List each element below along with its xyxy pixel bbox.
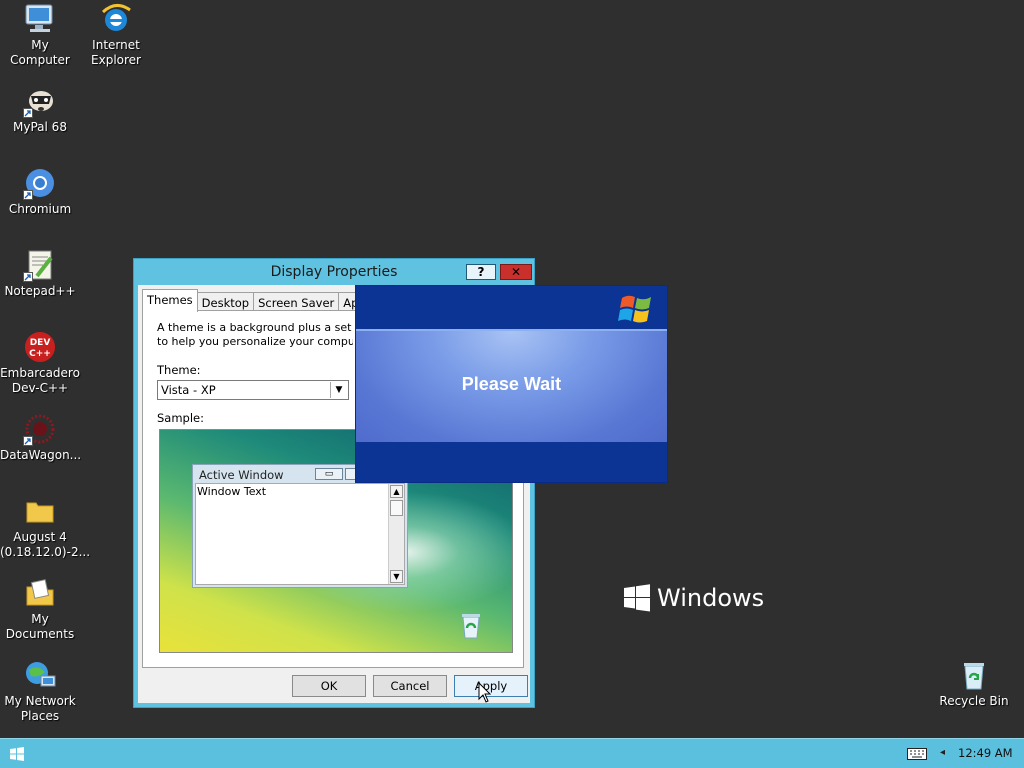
folder-icon (23, 494, 57, 528)
sample-window-text: Window Text (197, 485, 267, 498)
desktop-icon-label: MyPal 68 (13, 120, 67, 134)
shortcut-arrow-icon (23, 190, 33, 200)
datawagon-icon (23, 412, 57, 446)
svg-text:C++: C++ (29, 349, 51, 359)
help-button[interactable]: ? (466, 264, 496, 280)
scroll-thumb (390, 500, 403, 516)
shortcut-arrow-icon (23, 436, 33, 446)
windows-brand: Windows (624, 584, 764, 612)
please-wait-message: Please Wait (461, 374, 562, 394)
theme-dropdown[interactable]: Vista - XP ▼ (157, 380, 349, 400)
cancel-button[interactable]: Cancel (373, 675, 447, 697)
dialog-footer-band (356, 442, 667, 482)
sample-label: Sample: (157, 411, 204, 425)
dev-cpp-icon: DEV C++ (23, 330, 57, 364)
mouse-cursor-icon (478, 682, 492, 703)
recycle-bin-icon (462, 614, 480, 639)
taskbar-clock[interactable]: 12:49 AM (958, 746, 1013, 760)
windows-xp-flag-icon (618, 295, 651, 323)
desktop-icon-datawagon[interactable]: DataWagon... (0, 412, 82, 463)
shortcut-arrow-icon (23, 272, 33, 282)
desktop-icon-label: Chromium (8, 202, 72, 216)
my-documents-icon (23, 576, 57, 610)
desktop-icon-recycle-bin[interactable]: Recycle Bin (934, 658, 1014, 709)
desktop-icon-my-documents[interactable]: My Documents (0, 576, 80, 642)
computer-icon (23, 2, 57, 36)
mypal-icon (23, 84, 57, 118)
theme-label: Theme: (157, 363, 201, 377)
desktop-icon-label: August 4 (0.18.12.0)-2... (0, 530, 91, 559)
windows-logo-icon (624, 584, 650, 612)
description-line: A theme is a background plus a set of so… (157, 321, 353, 334)
chromium-icon (23, 166, 57, 200)
notepad-plus-plus-icon (23, 248, 57, 282)
desktop-icon-label: Internet Explorer (91, 38, 141, 67)
internet-explorer-icon (99, 2, 133, 36)
tray-overflow-arrow[interactable]: ◂ (940, 747, 945, 758)
desktop-icon-label: My Network Places (4, 694, 76, 723)
desktop-icon-my-network-places[interactable]: My Network Places (0, 658, 80, 724)
description-line: to help you personalize your computer wi… (157, 335, 353, 348)
sample-window-title: Active Window (199, 468, 284, 482)
recycle-bin-icon (957, 658, 991, 692)
desktop-icon-label: Embarcadero Dev-C++ (0, 366, 80, 395)
close-button[interactable]: ✕ (500, 264, 532, 280)
desktop-icon-label: DataWagon... (0, 448, 82, 462)
please-wait-dialog: Please Wait (355, 285, 668, 483)
minimize-icon: ▭ (315, 468, 343, 480)
tab-desktop[interactable]: Desktop (196, 292, 255, 312)
desktop-icon-label: My Computer (10, 38, 70, 67)
desktop-icon-august-folder[interactable]: August 4 (0.18.12.0)-2... (0, 494, 91, 560)
desktop-icon-label: Recycle Bin (939, 694, 1009, 708)
shortcut-arrow-icon (23, 108, 33, 118)
theme-description: A theme is a background plus a set of so… (157, 321, 353, 349)
scroll-down-icon: ▼ (390, 570, 403, 583)
desktop-icon-notepad-plus-plus[interactable]: Notepad++ (0, 248, 80, 299)
network-places-icon (23, 658, 57, 692)
windows-brand-text: Windows (657, 584, 765, 612)
svg-text:DEV: DEV (30, 338, 51, 348)
taskbar: ◂ 12:49 AM (0, 738, 1024, 768)
desktop-icon-label: Notepad++ (4, 284, 76, 298)
desktop-icon-dev-cpp[interactable]: DEV C++ Embarcadero Dev-C++ (0, 330, 80, 396)
start-button-icon[interactable] (10, 747, 24, 761)
desktop-icon-mypal[interactable]: MyPal 68 (0, 84, 80, 135)
sample-window-content: Window Text ▲ ▼ (195, 483, 405, 585)
desktop-icon-label: My Documents (5, 612, 75, 641)
desktop-icon-chromium[interactable]: Chromium (0, 166, 80, 217)
chevron-down-icon[interactable]: ▼ (330, 382, 347, 398)
tab-strip: Themes Desktop Screen Saver Appea (142, 289, 385, 312)
tab-screen-saver[interactable]: Screen Saver (253, 292, 340, 312)
desktop-icon-internet-explorer[interactable]: Internet Explorer (76, 2, 156, 68)
ok-button[interactable]: OK (292, 675, 366, 697)
desktop-icon-my-computer[interactable]: My Computer (0, 2, 80, 68)
keyboard-icon[interactable] (907, 748, 927, 760)
tab-themes[interactable]: Themes (142, 289, 198, 312)
scroll-up-icon: ▲ (390, 485, 403, 498)
theme-selected-value: Vista - XP (161, 383, 216, 397)
sample-scrollbar: ▲ ▼ (388, 484, 404, 584)
